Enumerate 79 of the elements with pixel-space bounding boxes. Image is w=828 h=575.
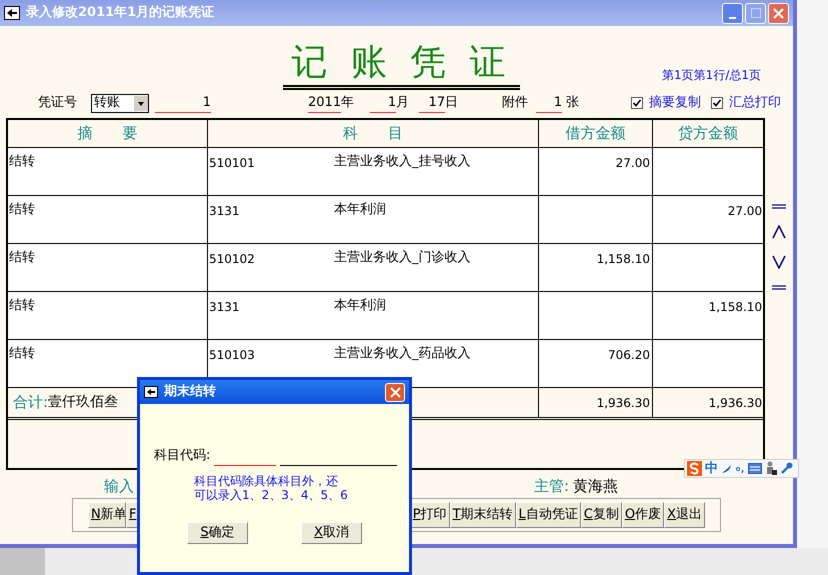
input-mode[interactable]: 中	[705, 462, 718, 475]
dialog-button[interactable]: X取消	[301, 522, 362, 544]
option-label: 摘要复制	[649, 94, 701, 112]
wrench-icon[interactable]	[780, 462, 793, 475]
checkbox[interactable]	[711, 97, 723, 109]
chevron-up-icon[interactable]	[772, 225, 786, 239]
debit-amount: 706.20	[608, 347, 650, 364]
table-cell: 结转	[9, 202, 35, 217]
last-record-icon[interactable]	[772, 285, 786, 290]
app-icon	[4, 6, 20, 20]
year-value: 2011	[308, 92, 342, 114]
field-label: 科目代码:	[154, 447, 210, 465]
field-label: 附件	[502, 94, 528, 112]
table-cell: 结转	[9, 154, 35, 169]
option-label: 汇总打印	[729, 94, 781, 112]
footer-label: 主管:	[534, 476, 570, 497]
supervisor-name: 黄海燕	[573, 476, 618, 497]
account-code: 510102	[209, 251, 256, 268]
chevron-down-icon[interactable]	[772, 255, 786, 269]
account-name: 主营业务收入_门诊收入	[334, 249, 470, 267]
total-debit: 1,936.30	[596, 394, 650, 412]
account-code: 510103	[209, 347, 256, 364]
moon-icon[interactable]	[721, 463, 732, 474]
keyboard-icon[interactable]	[748, 463, 762, 474]
attachment-count: 1	[536, 92, 562, 114]
table-cell: 结转	[9, 298, 35, 313]
close-button[interactable]	[385, 382, 405, 402]
voucher-title: 记 账 凭 证	[283, 41, 520, 90]
day-value: 17	[419, 92, 446, 114]
toolbar-button[interactable]: P打印	[410, 502, 450, 528]
column-header: 借方金额	[539, 120, 653, 147]
taskbar-segment	[0, 548, 45, 575]
voucher-number: 1	[155, 92, 211, 114]
toolbar-button[interactable]: X退出	[664, 502, 705, 528]
dialog-button[interactable]: S确定	[187, 522, 248, 544]
credit-amount: 27.00	[728, 203, 762, 220]
checkbox[interactable]	[631, 97, 643, 109]
field-label: 凭证号	[38, 94, 77, 112]
page-info: 第1页第1行/总1页	[662, 67, 761, 84]
debit-amount: 1,158.10	[596, 251, 650, 268]
year-unit: 年	[341, 94, 354, 112]
account-name: 本年利润	[334, 201, 386, 219]
month-unit: 月	[396, 94, 410, 112]
close-icon	[773, 8, 784, 18]
toolbar-button[interactable]: O作废	[622, 502, 664, 528]
credit-amount: 1,158.10	[708, 299, 762, 316]
toolbar-button[interactable]: C复制	[580, 502, 622, 528]
footer-label: 输入	[104, 476, 134, 497]
minimize-button[interactable]	[722, 2, 743, 24]
voucher-type-select[interactable]: 转账	[91, 94, 149, 112]
window-title: 录入修改2011年1月的记账凭证	[26, 4, 214, 22]
total-credit: 1,936.30	[708, 394, 762, 412]
hint-text: 科目代码除具体科目外，还 可以录入1、2、3、4、5、6	[194, 474, 349, 502]
account-code: 3131	[209, 203, 241, 220]
account-code: 3131	[209, 299, 241, 316]
close-icon	[390, 386, 400, 398]
account-name: 主营业务收入_药品收入	[334, 345, 470, 363]
person-icon[interactable]	[765, 461, 777, 476]
table-cell: 结转	[9, 250, 35, 265]
close-button[interactable]	[768, 2, 789, 24]
first-record-icon[interactable]	[772, 204, 786, 209]
total-amount-words: 壹仟玖佰叁	[48, 393, 118, 412]
attachment-unit: 张	[566, 94, 580, 112]
column-header: 摘 要	[8, 120, 208, 147]
app-icon	[144, 386, 158, 398]
account-code: 510101	[209, 155, 256, 172]
column-header: 科 目	[208, 120, 539, 147]
toolbar-button[interactable]: T期末结转	[450, 502, 516, 528]
debit-amount: 27.00	[616, 155, 650, 172]
toolbar-button[interactable]: L自动凭证	[516, 502, 581, 528]
total-label: 合计:	[13, 392, 48, 414]
dialog-title: 期末结转	[164, 383, 216, 402]
account-name: 本年利润	[334, 297, 386, 315]
toolbar-button[interactable]: N新单	[88, 502, 126, 528]
day-unit: 日	[445, 94, 458, 112]
column-header: 贷方金额	[677, 123, 740, 144]
month-value: 1	[370, 92, 396, 114]
account-name: 主营业务收入_挂号收入	[334, 153, 470, 171]
table-cell: 结转	[9, 346, 35, 361]
